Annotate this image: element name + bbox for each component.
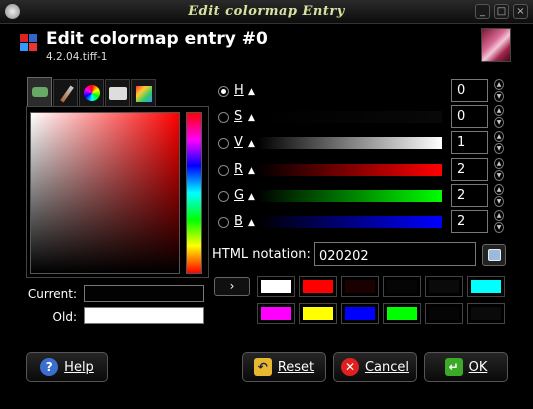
channel-radio-v[interactable] — [218, 138, 229, 149]
channel-radio-h[interactable] — [218, 86, 229, 97]
saturation-value-area[interactable] — [30, 112, 180, 274]
color-wheel-icon — [84, 85, 100, 101]
history-swatch[interactable] — [425, 303, 463, 324]
history-swatch[interactable] — [383, 303, 421, 324]
spin-down-h[interactable]: ▼ — [494, 91, 504, 102]
ok-arrow-icon: ↵ — [444, 358, 463, 376]
channel-radio-s[interactable] — [218, 112, 229, 123]
old-color-well — [84, 307, 204, 324]
channel-value-s[interactable]: 0 — [451, 105, 488, 128]
history-swatch[interactable] — [341, 276, 379, 297]
cancel-button[interactable]: ✕ Cancel — [333, 352, 417, 382]
channel-value-h[interactable]: 0 — [451, 79, 488, 102]
channel-label-v: V — [234, 135, 243, 150]
channel-marker-h: ▲ — [248, 87, 255, 97]
channel-marker-r: ▲ — [248, 166, 255, 176]
eyedropper-icon — [488, 249, 501, 261]
watercolor-icon — [136, 86, 152, 102]
minimize-button[interactable]: _ — [475, 4, 490, 19]
spin-down-s[interactable]: ▼ — [494, 117, 504, 128]
channel-slider-s[interactable] — [258, 111, 442, 123]
reset-icon: ↶ — [253, 358, 272, 376]
hue-strip[interactable] — [186, 112, 202, 274]
channel-marker-b: ▲ — [248, 218, 255, 228]
tab-cmyk-selector[interactable] — [105, 79, 130, 107]
html-notation-label: HTML notation: — [212, 247, 311, 262]
dialog-title: Edit colormap entry #0 — [46, 29, 268, 49]
channel-label-r: R — [234, 162, 244, 177]
history-swatch[interactable] — [299, 276, 337, 297]
history-swatch[interactable] — [341, 303, 379, 324]
channel-radio-r[interactable] — [218, 165, 229, 176]
channel-radio-g[interactable] — [218, 191, 229, 202]
tab-gimp-selector[interactable] — [27, 77, 52, 107]
channel-value-r[interactable]: 2 — [451, 158, 488, 181]
image-name: 4.2.04.tiff-1 — [46, 51, 108, 63]
ok-label: OK — [468, 359, 488, 375]
spin-up-g[interactable]: ▲ — [494, 184, 504, 195]
spin-down-r[interactable]: ▼ — [494, 170, 504, 181]
channel-slider-g[interactable] — [258, 190, 442, 202]
channel-label-g: G — [234, 188, 245, 203]
history-swatch[interactable] — [425, 276, 463, 297]
current-color-well — [84, 285, 204, 302]
channel-value-b[interactable]: 2 — [451, 210, 488, 233]
reset-button[interactable]: ↶ Reset — [242, 352, 326, 382]
channel-marker-v: ▲ — [248, 139, 255, 149]
help-icon: ? — [40, 358, 59, 376]
channel-label-h: H — [234, 83, 244, 98]
colormap-icon — [20, 34, 38, 52]
printer-icon — [109, 87, 127, 100]
html-notation-input[interactable] — [314, 242, 476, 266]
channel-label-b: B — [234, 214, 243, 229]
tab-watercolor-selector[interactable] — [131, 79, 156, 107]
image-thumbnail — [481, 28, 511, 62]
history-swatch[interactable] — [257, 276, 295, 297]
history-swatch[interactable] — [257, 303, 295, 324]
spin-down-g[interactable]: ▼ — [494, 196, 504, 207]
history-swatch[interactable] — [467, 303, 505, 324]
color-picker-button[interactable] — [482, 244, 506, 266]
channel-slider-h[interactable] — [258, 85, 442, 97]
help-button[interactable]: ? Help — [26, 352, 108, 382]
cancel-label: Cancel — [364, 359, 410, 375]
tab-painter-selector[interactable] — [53, 79, 78, 107]
history-swatch[interactable] — [299, 303, 337, 324]
tab-wheel-selector[interactable] — [79, 79, 104, 107]
spin-up-v[interactable]: ▲ — [494, 131, 504, 142]
channel-slider-b[interactable] — [258, 216, 442, 228]
channel-value-g[interactable]: 2 — [451, 184, 488, 207]
channel-label-s: S — [234, 109, 243, 124]
spin-up-s[interactable]: ▲ — [494, 105, 504, 116]
gimp-selector-icon — [32, 87, 48, 97]
title-bar[interactable]: Edit colormap Entry _ □ × — [0, 0, 533, 24]
old-label: Old: — [52, 310, 77, 324]
channel-value-v[interactable]: 1 — [451, 131, 488, 154]
spin-down-v[interactable]: ▼ — [494, 143, 504, 154]
history-swatch[interactable] — [383, 276, 421, 297]
reset-label: Reset — [277, 359, 315, 375]
channel-marker-g: ▲ — [248, 192, 255, 202]
help-label: Help — [64, 359, 94, 375]
maximize-button[interactable]: □ — [494, 4, 509, 19]
spin-up-b[interactable]: ▲ — [494, 210, 504, 221]
spin-down-b[interactable]: ▼ — [494, 222, 504, 233]
spin-up-r[interactable]: ▲ — [494, 158, 504, 169]
spin-up-h[interactable]: ▲ — [494, 79, 504, 90]
channel-slider-r[interactable] — [258, 164, 442, 176]
ok-button[interactable]: ↵ OK — [424, 352, 508, 382]
close-button[interactable]: × — [513, 4, 528, 19]
cancel-icon: ✕ — [340, 358, 359, 376]
history-swatch[interactable] — [467, 276, 505, 297]
channel-marker-s: ▲ — [248, 113, 255, 123]
current-label: Current: — [27, 287, 77, 301]
history-add-button[interactable]: › — [214, 277, 250, 296]
window-title: Edit colormap Entry — [188, 4, 345, 19]
channel-radio-b[interactable] — [218, 217, 229, 228]
brush-icon — [60, 85, 74, 103]
channel-slider-v[interactable] — [258, 137, 442, 149]
